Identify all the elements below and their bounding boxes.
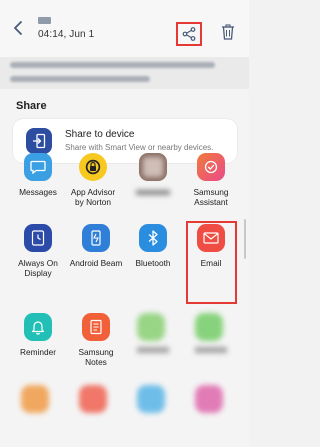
message-preview-blurred [0,57,249,89]
share-sheet-title: Share [16,100,47,112]
android-beam-icon [82,224,110,252]
app-label: App Advisor by Norton [70,187,116,207]
blurred-app-icon[interactable] [79,385,107,413]
bluetooth-icon [139,224,167,252]
app-label: Android Beam [69,258,123,268]
app-blurred[interactable] [123,153,183,195]
blurred-app-label [136,190,170,195]
app-reminder[interactable]: Reminder [8,313,68,357]
blurred-app-icon [139,153,167,181]
share-to-device-title: Share to device [65,129,135,140]
app-samsung-assistant[interactable]: Samsung Assistant [181,153,241,207]
samsung-assistant-icon [197,153,225,181]
app-always-on-display[interactable]: Always On Display [8,224,68,278]
app-label: Samsung Assistant [193,187,229,207]
messages-icon [24,153,52,181]
delete-icon[interactable] [221,24,235,40]
app-label: Always On Display [18,258,58,278]
app-label: Bluetooth [135,258,171,268]
scrollbar[interactable] [244,219,246,259]
app-app-advisor[interactable]: App Advisor by Norton [63,153,123,207]
sender-name-blurred [38,17,51,24]
blurred-app-icon[interactable] [195,313,223,341]
back-arrow-icon[interactable] [11,20,27,36]
email-highlight-box [186,221,237,304]
app-label: Messages [19,187,57,197]
app-bluetooth[interactable]: Bluetooth [123,224,183,268]
share-to-device-icon [26,128,52,154]
blurred-app-icon[interactable] [21,385,49,413]
share-button[interactable] [176,22,202,46]
app-android-beam[interactable]: Android Beam [66,224,126,268]
share-icon [182,27,196,41]
blurred-app-label [195,347,227,353]
share-to-device-subtitle: Share with Smart View or nearby devices. [65,143,214,152]
app-messages[interactable]: Messages [8,153,68,197]
blurred-app-label [137,347,169,353]
message-time: 04:14, Jun 1 [38,29,95,40]
app-label: Samsung Notes [78,347,114,367]
app-label: Reminder [20,347,56,357]
blurred-app-icon[interactable] [137,313,165,341]
notes-icon [82,313,110,341]
blurred-app-icon[interactable] [137,385,165,413]
bell-icon [24,313,52,341]
share-sheet: Share Share to device Share with Smart V… [0,89,249,447]
blurred-app-icon[interactable] [195,385,223,413]
norton-lock-icon [79,153,107,181]
app-bar: 04:14, Jun 1 [0,0,249,57]
app-samsung-notes[interactable]: Samsung Notes [66,313,126,367]
clock-icon [24,224,52,252]
